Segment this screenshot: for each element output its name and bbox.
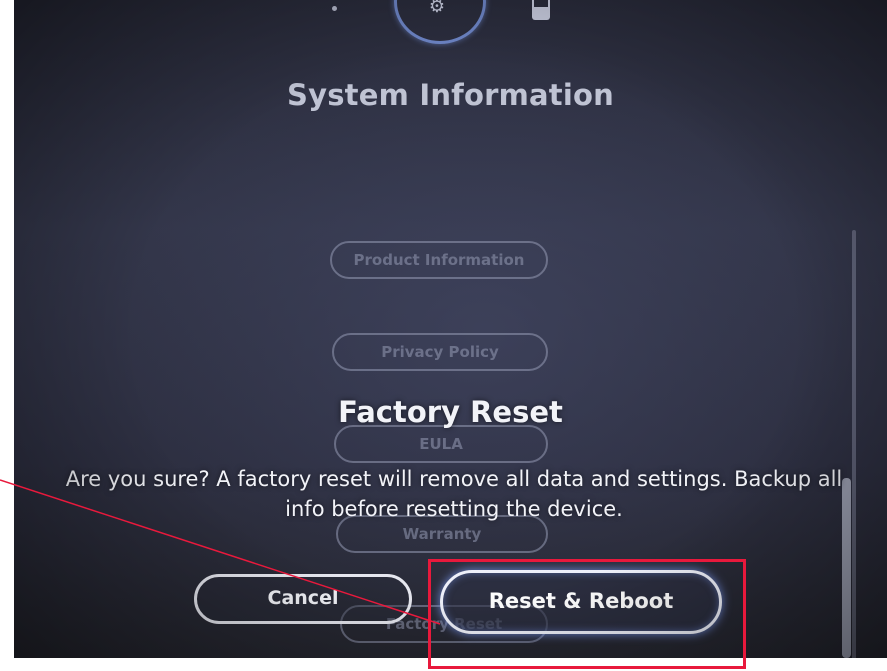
device-screen-photo: ⚙ System Information Product Information… (14, 0, 887, 658)
menu-item-privacy-policy[interactable]: Privacy Policy (332, 333, 548, 371)
dot-icon (332, 6, 337, 11)
cancel-button[interactable]: Cancel (194, 574, 412, 624)
menu-item-product-information[interactable]: Product Information (330, 241, 548, 279)
reset-reboot-button[interactable]: Reset & Reboot (440, 570, 722, 634)
top-icon-bar: ⚙ (14, 0, 887, 50)
menu-item-eula[interactable]: EULA (334, 425, 548, 463)
battery-icon (532, 0, 550, 20)
dialog-message: Are you sure? A factory reset will remov… (65, 467, 843, 521)
page-title: System Information (287, 78, 614, 112)
gear-icon[interactable]: ⚙ (428, 0, 446, 16)
dialog-title: Factory Reset (338, 395, 563, 429)
scrollbar-track[interactable] (852, 230, 856, 658)
